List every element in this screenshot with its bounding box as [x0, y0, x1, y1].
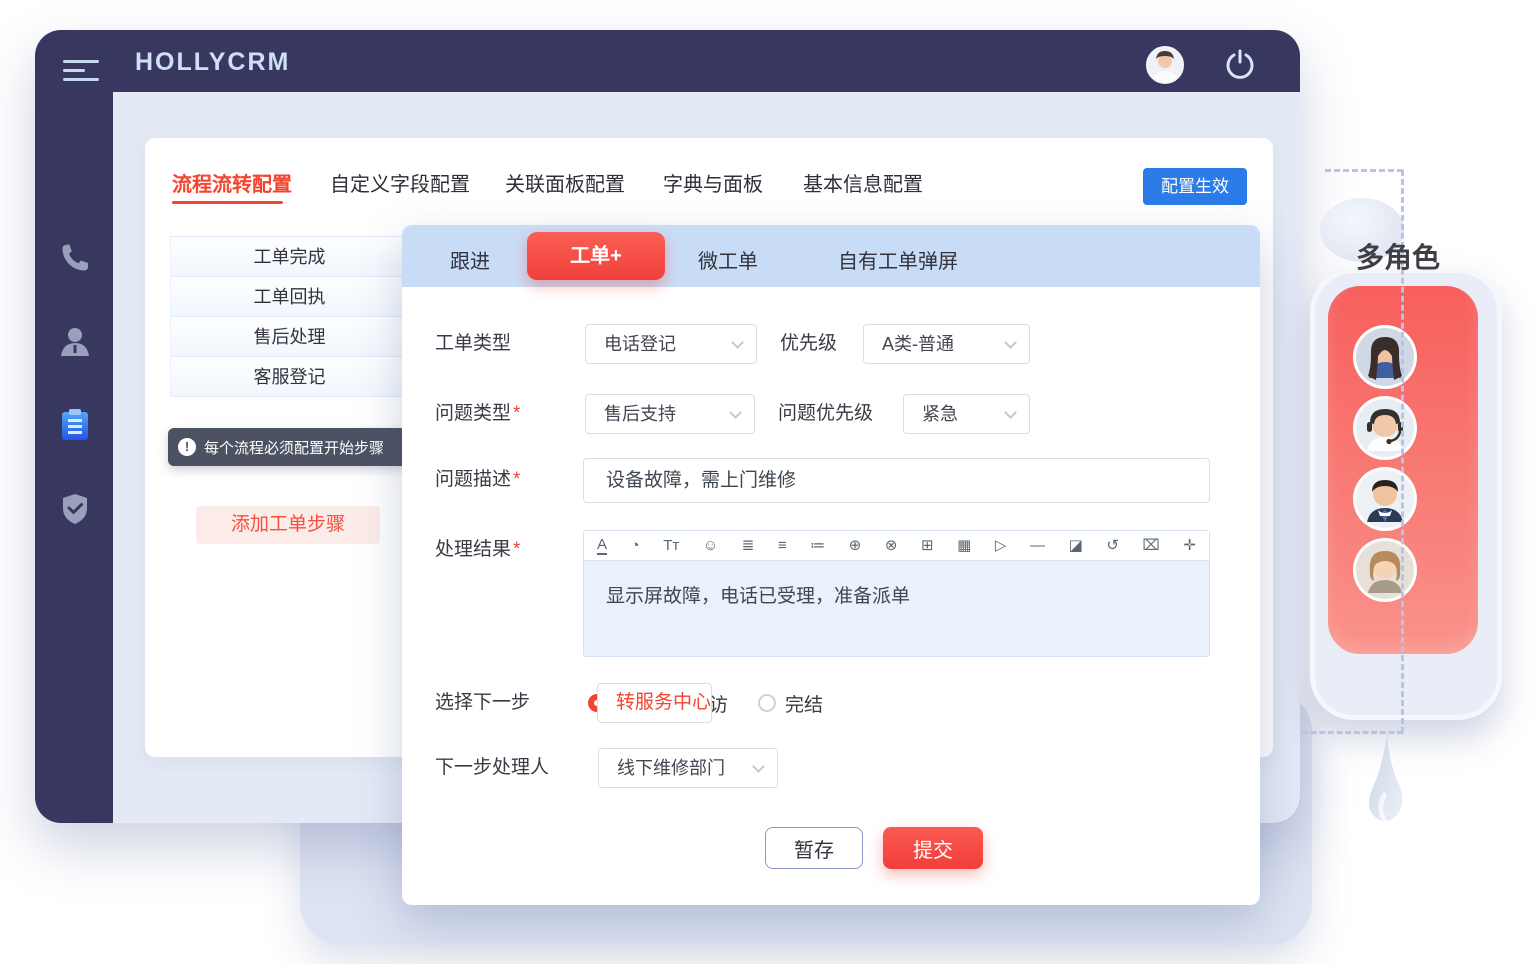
tooltip-text: 每个流程必须配置开始步骤	[204, 437, 384, 458]
ticket-form-modal: 跟进 工单+ 微工单 自有工单弹屏 工单类型 电话登记 优先级 A类-普通 问题…	[402, 225, 1260, 905]
contact-icon[interactable]	[59, 325, 91, 359]
priority-value: A类-普通	[882, 334, 954, 354]
modal-tab-ticket-plus[interactable]: 工单+	[527, 232, 665, 280]
table-icon[interactable]: ⊞	[921, 538, 934, 553]
user-avatar-image	[1148, 48, 1182, 82]
worksheet-clipboard-icon[interactable]	[59, 408, 91, 442]
teardrop-decoration	[1360, 733, 1416, 870]
modal-tab-follow-up[interactable]: 跟进	[450, 245, 490, 274]
workflow-step-list: 工单完成 工单回执 售后处理 客服登记	[170, 236, 408, 397]
submit-button[interactable]: 提交	[883, 827, 983, 869]
list-item-ticket-receipt[interactable]: 工单回执	[170, 277, 408, 317]
emoji-icon[interactable]: ☺	[703, 538, 718, 553]
image-icon[interactable]: ▦	[957, 538, 971, 553]
workflow-notice-tooltip: ! 每个流程必须配置开始步骤	[168, 428, 409, 466]
shield-check-icon[interactable]	[59, 492, 91, 526]
next-handler-select[interactable]: 线下维修部门	[598, 748, 778, 788]
priority-label: 优先级	[780, 324, 837, 364]
modal-tab-micro-ticket[interactable]: 微工单	[698, 245, 758, 274]
issue-desc-label: 问题描述*	[435, 460, 520, 500]
horizontal-rule-icon[interactable]: —	[1030, 538, 1045, 553]
issue-type-label: 问题类型*	[435, 394, 520, 434]
ticket-type-value: 电话登记	[604, 334, 676, 354]
font-color-icon[interactable]: A	[597, 537, 607, 555]
list-item-service-register[interactable]: 客服登记	[170, 357, 408, 397]
result-label: 处理结果*	[435, 530, 520, 570]
bullet-list-icon[interactable]: ≔	[810, 538, 825, 553]
phone-icon[interactable]	[59, 242, 91, 276]
active-tab-underline	[172, 201, 283, 204]
tab-process-flow-config[interactable]: 流程流转配置	[172, 168, 292, 197]
female-staff-avatar	[1353, 538, 1417, 602]
font-size-icon[interactable]: Tт	[663, 538, 679, 553]
ticket-type-select[interactable]: 电话登记	[585, 324, 757, 364]
issue-desc-input[interactable]: 设备故障，需上门维修	[583, 458, 1210, 503]
tab-dictionary-panel[interactable]: 字典与面板	[663, 168, 763, 197]
radio-finish[interactable]	[758, 694, 776, 712]
power-icon[interactable]	[1223, 48, 1257, 82]
tab-custom-fields-config[interactable]: 自定义字段配置	[330, 168, 470, 197]
male-manager-avatar	[1353, 467, 1417, 531]
rich-text-editor: A ◔ Tт ☺ ≣ ≡ ≔ ⊕ ⊗ ⊞ ▦ ▷ — ◪ ↺ ⌧ ✛ 显示屏故障…	[583, 530, 1210, 657]
ticket-type-label: 工单类型	[435, 324, 511, 364]
trash-icon[interactable]: ⌧	[1142, 538, 1159, 553]
modal-tab-own-ticket-popup[interactable]: 自有工单弹屏	[838, 245, 958, 274]
next-handler-value: 线下维修部门	[617, 758, 725, 778]
chevron-down-icon	[731, 336, 744, 349]
editor-content[interactable]: 显示屏故障，电话已受理，准备派单	[584, 561, 1209, 656]
priority-select[interactable]: A类-普通	[863, 324, 1030, 364]
video-icon[interactable]: ▷	[995, 538, 1007, 553]
chevron-down-icon	[752, 760, 765, 773]
next-step-radio-group: 转服务中心 转调查回访 完结	[588, 683, 853, 723]
support-agent-headset-avatar	[1353, 396, 1417, 460]
add-ticket-step-button[interactable]: 添加工单步骤	[196, 506, 380, 544]
undo-icon[interactable]: ↺	[1106, 538, 1119, 553]
modal-tab-bar: 跟进 工单+ 微工单 自有工单弹屏	[402, 225, 1260, 287]
chevron-down-icon	[1004, 336, 1017, 349]
issue-priority-select[interactable]: 紧急	[903, 394, 1030, 434]
palette-icon[interactable]: ◔	[631, 538, 640, 553]
issue-priority-value: 紧急	[922, 404, 958, 424]
dashed-line-top	[1325, 169, 1403, 172]
multi-role-title: 多角色	[1356, 236, 1440, 276]
apply-config-button[interactable]: 配置生效	[1143, 168, 1247, 205]
editor-toolbar: A ◔ Tт ☺ ≣ ≡ ≔ ⊕ ⊗ ⊞ ▦ ▷ — ◪ ↺ ⌧ ✛	[584, 531, 1209, 561]
next-step-label: 选择下一步	[435, 683, 530, 723]
list-item-aftersale-handle[interactable]: 售后处理	[170, 317, 408, 357]
multi-role-panel	[1310, 268, 1502, 720]
radio-label-transfer-service-center[interactable]: 转服务中心	[597, 683, 712, 723]
user-avatar[interactable]	[1146, 46, 1184, 84]
app-title: HOLLYCRM	[135, 48, 290, 77]
radio-label-finish[interactable]: 完结	[785, 690, 823, 717]
hamburger-menu-icon[interactable]	[63, 60, 101, 82]
chevron-down-icon	[729, 406, 742, 419]
exclamation-icon: !	[178, 438, 196, 456]
next-handler-label: 下一步处理人	[435, 748, 549, 788]
issue-type-select[interactable]: 售后支持	[585, 394, 755, 434]
chevron-down-icon	[1004, 406, 1017, 419]
remove-link-icon[interactable]: ⊗	[885, 538, 898, 553]
list-item-ticket-complete[interactable]: 工单完成	[170, 237, 408, 277]
issue-priority-label: 问题优先级	[778, 394, 873, 434]
insert-link-icon[interactable]: ⊕	[849, 538, 862, 553]
tab-linked-panel-config[interactable]: 关联面板配置	[505, 168, 625, 197]
fullscreen-icon[interactable]: ✛	[1183, 538, 1196, 553]
female-agent-avatar	[1353, 325, 1417, 389]
align-left-icon[interactable]: ≡	[778, 538, 787, 553]
eraser-icon[interactable]: ◪	[1069, 538, 1083, 553]
indent-icon[interactable]: ≣	[742, 538, 755, 553]
issue-type-value: 售后支持	[604, 404, 676, 424]
save-draft-button[interactable]: 暂存	[765, 827, 863, 869]
page: HOLLYCRM	[0, 0, 1537, 964]
tab-basic-info-config[interactable]: 基本信息配置	[803, 168, 923, 197]
